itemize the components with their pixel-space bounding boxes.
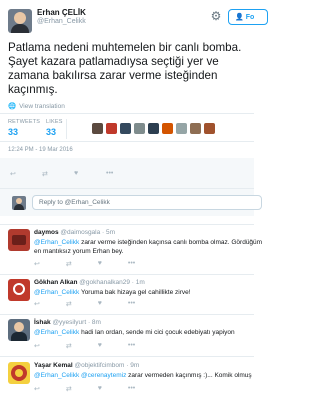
liker-avatar[interactable]: [92, 123, 103, 134]
retweet-icon[interactable]: ⇄: [66, 342, 72, 350]
reply-icon[interactable]: ↩: [34, 342, 40, 350]
reply-author-name: Gökhan Alkan: [34, 279, 78, 286]
more-icon[interactable]: •••: [128, 342, 135, 350]
mention-link[interactable]: @Erhan_Celikk: [34, 239, 79, 246]
retweets-label: RETWEETS: [8, 119, 41, 125]
reply-body: Yoruma bak hizaya gel cahillikte zirve!: [79, 289, 191, 296]
tweet-timestamp[interactable]: 12:24 PM - 19 Mar 2016: [8, 147, 73, 153]
reply-author-name: Yaşar Kemal: [34, 362, 73, 369]
reply-author-name: daymos: [34, 229, 59, 236]
author-avatar[interactable]: [8, 9, 32, 33]
reply-avatar[interactable]: [8, 319, 30, 341]
heart-icon[interactable]: ♥: [98, 385, 102, 393]
reply-author[interactable]: İshak @yyesilyurt · 8m: [34, 319, 101, 326]
heart-icon[interactable]: ♥: [98, 342, 102, 350]
reply-author[interactable]: daymos @daimosgala · 5m: [34, 229, 115, 236]
follow-label: Fo: [245, 14, 255, 21]
reply-icon[interactable]: ↩: [34, 300, 40, 308]
likes-count[interactable]: 33: [46, 127, 56, 137]
reply-author-handle: @gokhanalkan29: [79, 279, 130, 286]
reply-actions: ↩ ⇄ ♥ •••: [34, 385, 135, 393]
reply-body: zarar verme isteğinden kaçınsa canlı bom…: [79, 239, 263, 246]
liker-avatar[interactable]: [106, 123, 117, 134]
liker-avatar[interactable]: [176, 123, 187, 134]
mention-link[interactable]: @Erhan_Celikk: [34, 329, 79, 336]
own-avatar: [12, 196, 26, 210]
reply-actions: ↩ ⇄ ♥ •••: [34, 300, 135, 308]
gear-icon[interactable]: ⚙: [209, 9, 223, 23]
tweet-action-bar: [0, 158, 254, 188]
reply-body: zarar vermeden kaçınmış :)... Komik olmu…: [126, 372, 252, 379]
divider: [0, 113, 254, 114]
retweet-icon[interactable]: ⇄: [66, 385, 72, 393]
retweet-icon[interactable]: ⇄: [66, 260, 72, 268]
retweets-count[interactable]: 33: [8, 127, 18, 137]
reply-actions: ↩ ⇄ ♥ •••: [34, 260, 135, 268]
view-translation-link[interactable]: 🌐 View translation: [8, 102, 65, 111]
more-icon[interactable]: •••: [128, 260, 135, 268]
reply-text: @Erhan_Celikk Yoruma bak hizaya gel cahi…: [34, 288, 191, 297]
reply-author-name: İshak: [34, 319, 51, 326]
retweet-icon[interactable]: ⇄: [42, 170, 48, 178]
reply-time[interactable]: 8m: [92, 319, 101, 326]
divider: [0, 274, 254, 275]
reply-body: hadi lan ordan, sende mi cici çocuk edeb…: [79, 329, 235, 336]
reply-author[interactable]: Gökhan Alkan @gokhanalkan29 · 1m: [34, 279, 145, 286]
mention-link[interactable]: @Erhan_Celikk @cerenaytemiz: [34, 372, 126, 379]
reply-icon[interactable]: ↩: [34, 260, 40, 268]
liker-avatar[interactable]: [204, 123, 215, 134]
reply-author-handle: @yyesilyurt: [52, 319, 87, 326]
reply-text: @Erhan_Celikk zarar verme isteğinden kaç…: [34, 238, 262, 247]
liker-avatar[interactable]: [148, 123, 159, 134]
reply-text-line2: en mantıksız yorum Erhan bey.: [34, 248, 124, 255]
author-handle[interactable]: @Erhan_Celikk: [37, 18, 86, 25]
reply-actions: ↩ ⇄ ♥ •••: [34, 342, 135, 350]
reply-icon[interactable]: ↩: [34, 385, 40, 393]
divider: [0, 314, 254, 315]
liker-avatar[interactable]: [190, 123, 201, 134]
liker-avatar[interactable]: [120, 123, 131, 134]
liker-avatar[interactable]: [134, 123, 145, 134]
mention-link[interactable]: @Erhan_Celikk: [34, 289, 79, 296]
reply-text: @Erhan_Celikk @cerenaytemiz zarar vermed…: [34, 371, 252, 380]
liker-avatar[interactable]: [162, 123, 173, 134]
reply-author-handle: @daimosgala: [60, 229, 101, 236]
heart-icon[interactable]: ♥: [74, 170, 78, 177]
reply-input[interactable]: Reply to @Erhan_Celikk: [32, 195, 262, 210]
heart-icon[interactable]: ♥: [98, 300, 102, 308]
likes-label: LIKES: [46, 119, 63, 125]
divider: [0, 224, 254, 225]
more-icon[interactable]: •••: [106, 170, 113, 177]
divider: [0, 356, 254, 357]
more-icon[interactable]: •••: [128, 385, 135, 393]
reply-time[interactable]: 1m: [136, 279, 145, 286]
reply-avatar[interactable]: [8, 362, 30, 384]
retweet-icon[interactable]: ⇄: [66, 300, 72, 308]
reply-author-handle: @objektifcimbom: [74, 362, 125, 369]
tweet-text: Patlama nedeni muhtemelen bir canlı bomb…: [8, 41, 242, 96]
divider: [66, 119, 67, 139]
reply-avatar[interactable]: [8, 229, 30, 251]
author-name[interactable]: Erhan ÇELİK: [37, 8, 86, 17]
follow-button[interactable]: 👤 Fo: [228, 9, 268, 25]
reply-icon[interactable]: ↩: [10, 170, 16, 178]
more-icon[interactable]: •••: [128, 300, 135, 308]
follow-user-icon: 👤: [235, 14, 244, 21]
heart-icon[interactable]: ♥: [98, 260, 102, 268]
reply-author[interactable]: Yaşar Kemal @objektifcimbom · 9m: [34, 362, 139, 369]
reply-time[interactable]: 5m: [106, 229, 115, 236]
view-translation-label: View translation: [19, 102, 65, 110]
globe-icon: 🌐: [8, 103, 17, 110]
reply-text: @Erhan_Celikk hadi lan ordan, sende mi c…: [34, 328, 235, 337]
reply-avatar[interactable]: [8, 279, 30, 301]
reply-time[interactable]: 9m: [130, 362, 139, 369]
divider: [0, 141, 254, 142]
